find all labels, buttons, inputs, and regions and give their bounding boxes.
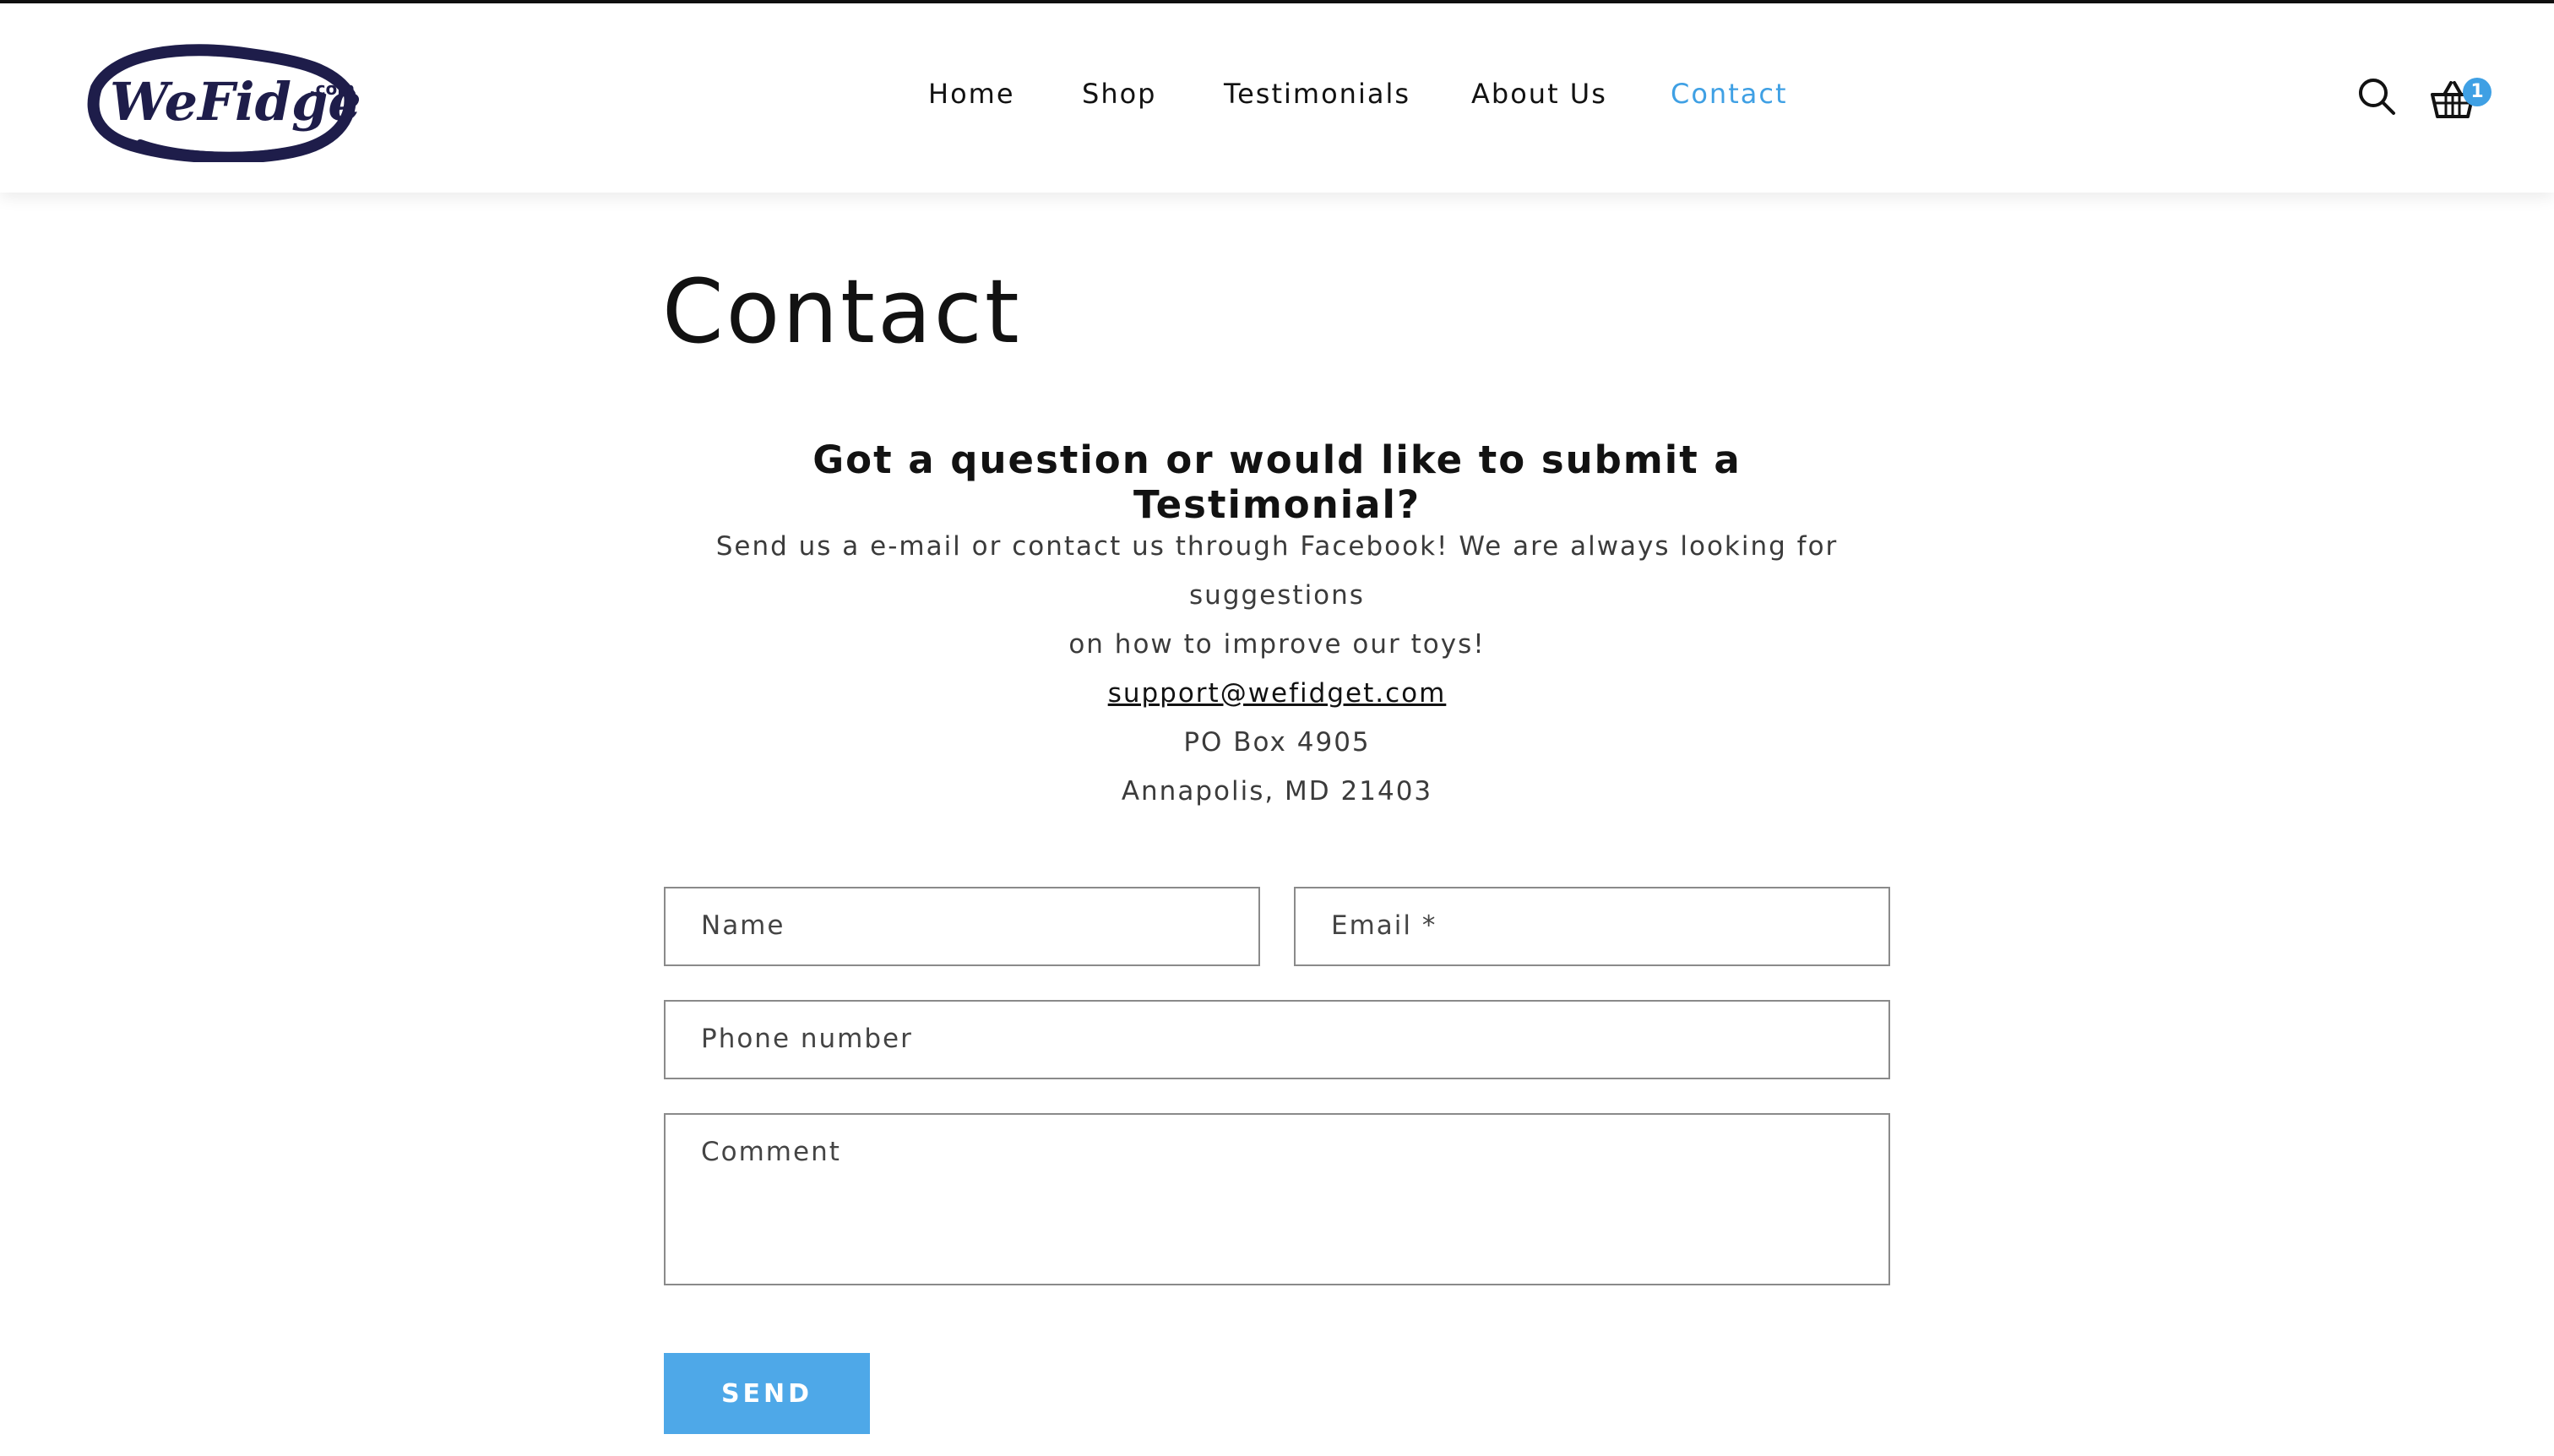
- email-field[interactable]: Email *: [1294, 887, 1890, 966]
- comment-placeholder: Comment: [701, 1137, 841, 1167]
- main-nav: Home Shop Testimonials About Us Contact: [0, 78, 2554, 125]
- name-placeholder: Name: [701, 910, 785, 941]
- address-line-2: Annapolis, MD 21403: [1121, 776, 1433, 807]
- support-email-link[interactable]: support@wefidget.com: [1108, 678, 1447, 709]
- intro-line-2: on how to improve our toys!: [1068, 629, 1486, 660]
- site-header: WeFidget .com Home Shop Testimonials Abo…: [0, 3, 2554, 193]
- contact-info: Send us a e-mail or contact us through F…: [662, 522, 1892, 816]
- nav-about-us[interactable]: About Us: [1471, 78, 1607, 110]
- nav-contact[interactable]: Contact: [1671, 78, 1788, 110]
- contact-subheading: Got a question or would like to submit a…: [812, 437, 1742, 527]
- comment-textarea[interactable]: Comment: [664, 1113, 1890, 1285]
- search-icon[interactable]: [2356, 76, 2397, 117]
- send-button[interactable]: SEND: [664, 1353, 870, 1434]
- email-placeholder: Email *: [1331, 910, 1437, 941]
- cart-count-badge: 1: [2463, 78, 2492, 106]
- name-field[interactable]: Name: [664, 887, 1260, 966]
- nav-home[interactable]: Home: [928, 78, 1015, 110]
- phone-field[interactable]: Phone number: [664, 1000, 1890, 1079]
- address-line-1: PO Box 4905: [1183, 727, 1371, 758]
- nav-testimonials[interactable]: Testimonials: [1224, 78, 1410, 110]
- phone-placeholder: Phone number: [701, 1024, 913, 1054]
- nav-shop[interactable]: Shop: [1082, 78, 1156, 110]
- page-title: Contact: [662, 260, 1022, 363]
- contact-page: Contact Got a question or would like to …: [0, 193, 2554, 1456]
- intro-line-1: Send us a e-mail or contact us through F…: [715, 531, 1839, 611]
